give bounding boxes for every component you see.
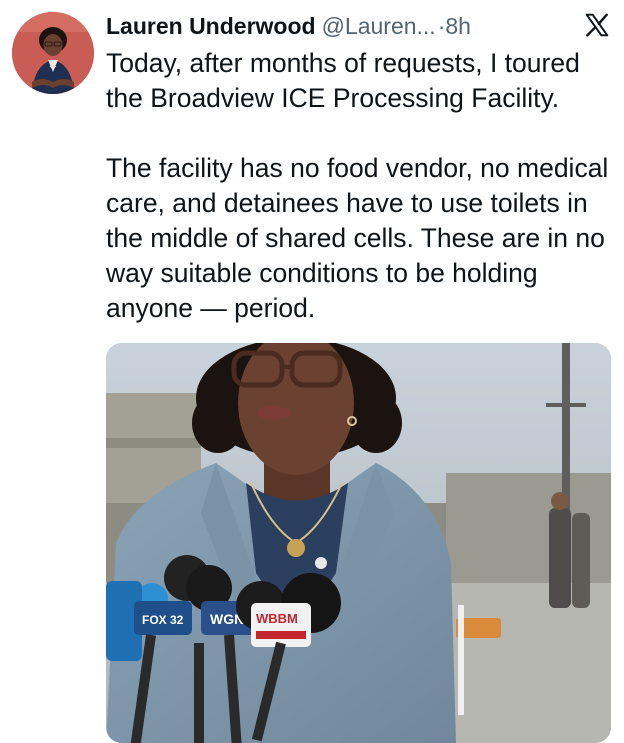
avatar-photo [12, 12, 94, 94]
tweet-paragraph-2: The facility has no food vendor, no medi… [106, 153, 609, 323]
mic-flag-wbbm: WBBM [256, 611, 298, 626]
author-avatar[interactable] [12, 12, 94, 94]
press-conference-photo: FOX 32 WGN WBBM [106, 343, 611, 743]
tweet-header: Lauren Underwood @Lauren... · 8h [106, 8, 610, 44]
mic-flag-fox32: FOX 32 [142, 613, 184, 627]
tweet-paragraph-1: Today, after months of requests, I toure… [106, 48, 580, 113]
separator-dot: · [437, 12, 446, 39]
author-name[interactable]: Lauren Underwood [106, 13, 316, 40]
tweet-media-image[interactable]: FOX 32 WGN WBBM [106, 343, 611, 743]
tweet-text: Today, after months of requests, I toure… [106, 46, 611, 326]
tweet-time[interactable]: 8h [445, 13, 471, 40]
x-logo-icon[interactable] [584, 12, 610, 38]
author-handle[interactable]: @Lauren... [322, 13, 436, 40]
